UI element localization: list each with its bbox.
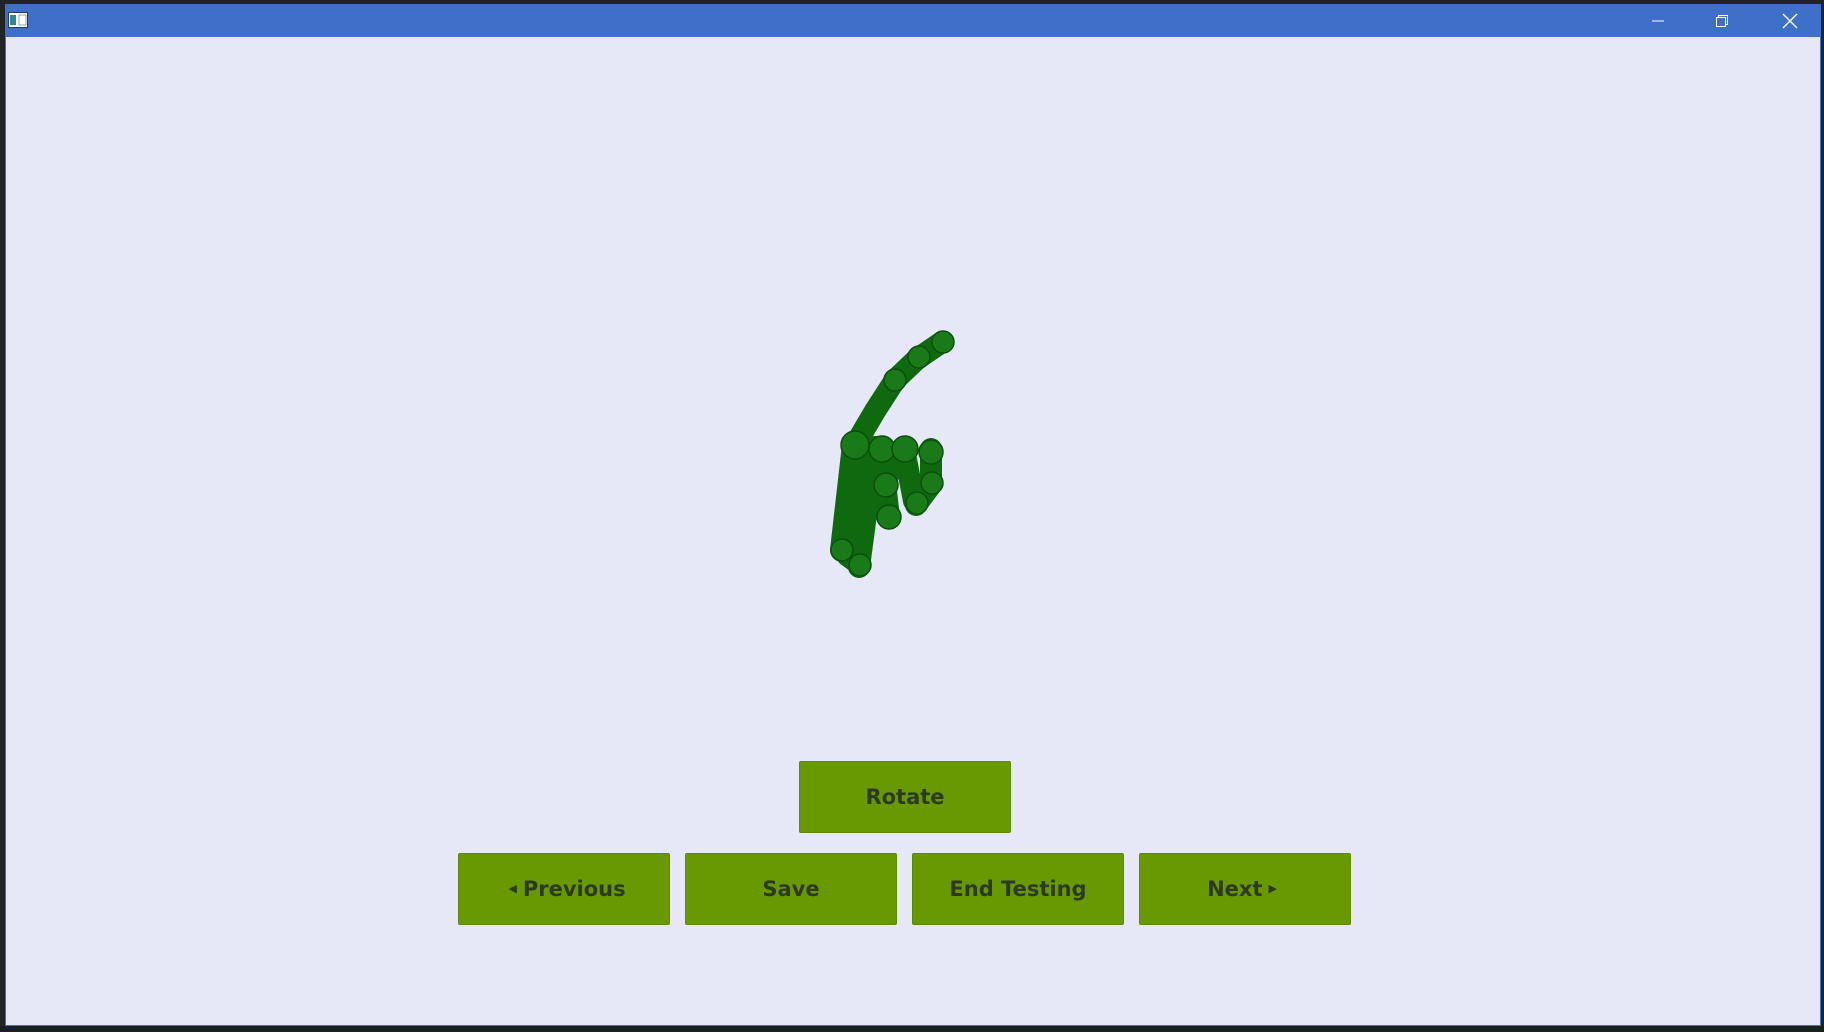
next-button-label: Next xyxy=(1207,877,1263,901)
triangle-right-icon: ▶ xyxy=(1268,881,1277,895)
close-icon xyxy=(1782,13,1798,29)
rotate-button-label: Rotate xyxy=(865,785,945,809)
rotate-button[interactable]: Rotate xyxy=(799,761,1011,833)
hand-pointing-icon xyxy=(830,330,955,578)
hand-model-viewer[interactable] xyxy=(812,315,1002,625)
save-button-label: Save xyxy=(762,877,820,901)
taskbar-edge xyxy=(0,1026,1824,1032)
previous-button[interactable]: ◀ Previous xyxy=(458,853,670,925)
next-button[interactable]: Next ▶ xyxy=(1139,853,1351,925)
minimize-button[interactable] xyxy=(1626,5,1690,37)
triangle-left-icon: ◀ xyxy=(508,881,517,895)
save-button[interactable]: Save xyxy=(685,853,897,925)
app-icon xyxy=(8,12,28,28)
app-window: Rotate ◀ Previous Save End Testing Next ▶ xyxy=(5,4,1821,1026)
close-button[interactable] xyxy=(1758,5,1820,37)
title-bar[interactable] xyxy=(6,5,1820,37)
minimize-icon xyxy=(1651,14,1665,28)
restore-button[interactable] xyxy=(1690,5,1754,37)
previous-button-label: Previous xyxy=(522,877,626,901)
end-testing-button-label: End Testing xyxy=(949,877,1087,901)
end-testing-button[interactable]: End Testing xyxy=(912,853,1124,925)
restore-icon xyxy=(1715,14,1729,28)
